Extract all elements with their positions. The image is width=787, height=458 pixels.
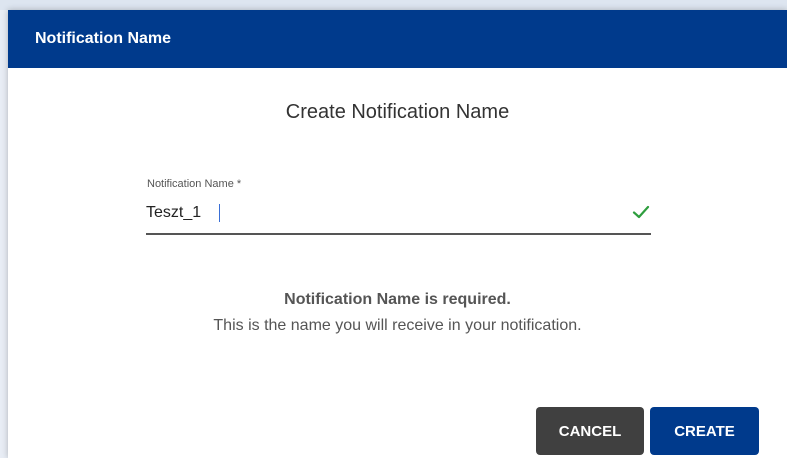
dialog-header: Notification Name xyxy=(8,10,787,68)
dialog-body: Create Notification Name Notification Na… xyxy=(8,68,787,458)
notification-name-dialog: Notification Name Create Notification Na… xyxy=(8,10,787,458)
check-icon xyxy=(632,205,650,219)
help-message: This is the name you will receive in you… xyxy=(213,317,582,334)
text-caret xyxy=(219,204,220,222)
notification-name-field: Notification Name * xyxy=(146,176,651,238)
dialog-title: Notification Name xyxy=(35,30,172,47)
backdrop-strip xyxy=(0,0,787,10)
notification-name-input[interactable] xyxy=(146,200,606,226)
required-message: Notification Name is required. xyxy=(284,291,511,308)
validation-message: Notification Name is required. This is t… xyxy=(8,289,787,341)
create-button[interactable]: CREATE xyxy=(650,407,759,455)
field-underline xyxy=(146,233,651,235)
cancel-button[interactable]: CANCEL xyxy=(536,407,644,455)
notification-name-label: Notification Name * xyxy=(147,178,242,190)
dialog-subtitle: Create Notification Name xyxy=(285,101,510,123)
